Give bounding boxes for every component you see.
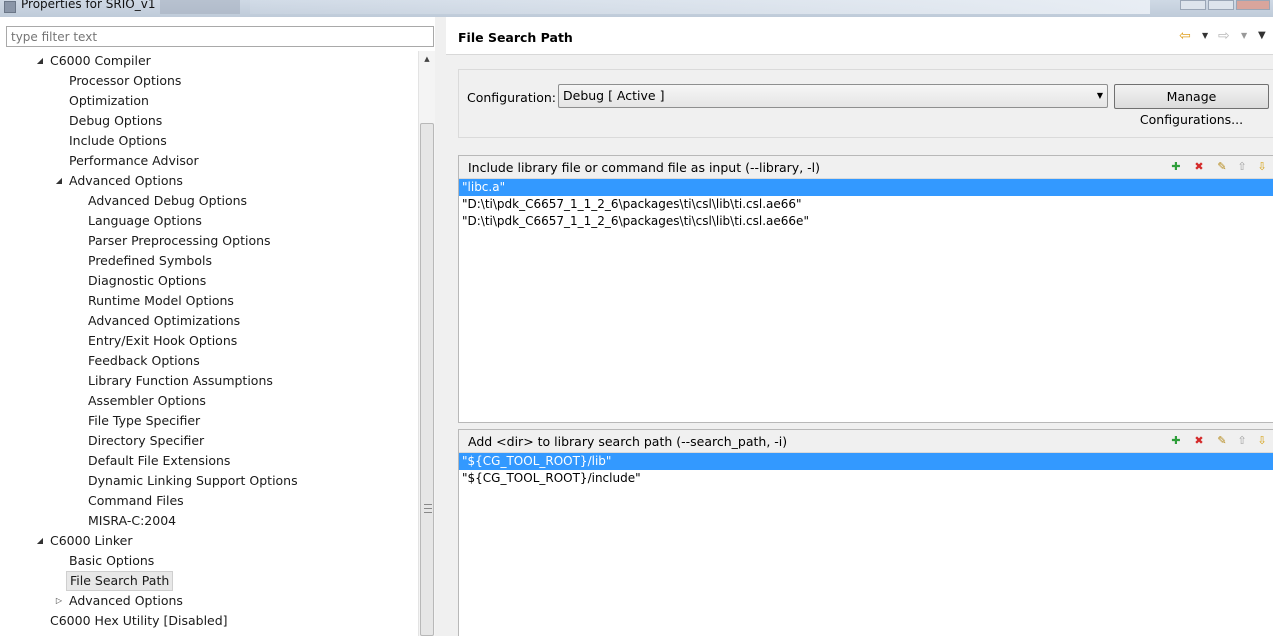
scroll-up-icon[interactable]: ▲ bbox=[419, 51, 435, 68]
configuration-label: Configuration: bbox=[467, 90, 556, 105]
tree-item[interactable]: Dynamic Linking Support Options bbox=[88, 471, 298, 491]
library-list-panel: Include library file or command file as … bbox=[458, 155, 1273, 423]
back-dropdown-icon[interactable]: ▼ bbox=[1202, 27, 1208, 45]
library-list[interactable]: "libc.a" "D:\ti\pdk_C6657_1_1_2_6\package… bbox=[459, 179, 1273, 230]
edit-icon[interactable]: ✎ bbox=[1214, 159, 1230, 175]
tree-item[interactable]: Advanced Options bbox=[69, 171, 183, 191]
add-icon[interactable]: ✚ bbox=[1168, 159, 1184, 175]
tree-collapsed-icon[interactable]: ▷ bbox=[54, 591, 64, 611]
tree-scrollbar[interactable]: ▲ bbox=[418, 51, 435, 636]
tree-item[interactable]: Include Options bbox=[69, 131, 167, 151]
grip-icon bbox=[424, 504, 432, 513]
move-up-icon[interactable]: ⇧ bbox=[1234, 159, 1250, 175]
tree-item[interactable]: Command Files bbox=[88, 491, 184, 511]
page-title: File Search Path bbox=[458, 30, 573, 45]
library-list-header: Include library file or command file as … bbox=[459, 156, 1273, 179]
add-icon[interactable]: ✚ bbox=[1168, 433, 1184, 449]
tree-expanded-icon[interactable]: ◢ bbox=[35, 51, 45, 71]
tree-item[interactable]: Language Options bbox=[88, 211, 202, 231]
navigation-panel: ◢C6000 CompilerProcessor OptionsOptimiza… bbox=[0, 17, 446, 636]
titlebar-blur bbox=[250, 0, 1150, 14]
close-button[interactable] bbox=[1236, 0, 1270, 10]
tree-expanded-icon[interactable]: ◢ bbox=[54, 171, 64, 191]
tree-item[interactable]: MISRA-C:2004 bbox=[88, 511, 176, 531]
list-item[interactable]: "${CG_TOOL_ROOT}/lib" bbox=[459, 453, 1273, 470]
tree-item[interactable]: C6000 Hex Utility [Disabled] bbox=[50, 611, 228, 631]
move-down-icon[interactable]: ⇩ bbox=[1254, 433, 1270, 449]
tree-item[interactable]: Directory Specifier bbox=[88, 431, 204, 451]
forward-arrow-icon[interactable]: ⇨ bbox=[1218, 27, 1230, 45]
chevron-down-icon: ▼ bbox=[1096, 91, 1103, 100]
scrollbar-thumb[interactable] bbox=[420, 123, 434, 636]
tree-item[interactable]: Optimization bbox=[69, 91, 149, 111]
tree-item[interactable]: Debug Options bbox=[69, 111, 162, 131]
list-item[interactable]: "D:\ti\pdk_C6657_1_1_2_6\packages\ti\csl… bbox=[459, 196, 1273, 213]
back-arrow-icon[interactable]: ⇦ bbox=[1179, 27, 1191, 45]
library-list-label: Include library file or command file as … bbox=[468, 160, 821, 175]
manage-configurations-button[interactable]: Manage Configurations... bbox=[1114, 84, 1269, 127]
window-titlebar: Properties for SRIO_v1 bbox=[0, 0, 1273, 17]
tree-item[interactable]: Assembler Options bbox=[88, 391, 206, 411]
tree-item[interactable]: Advanced Debug Options bbox=[88, 191, 247, 211]
page-header: File Search Path ⇦ ▼ ⇨ ▼ ▼ bbox=[446, 17, 1273, 55]
search-path-panel: Add <dir> to library search path (--sear… bbox=[458, 429, 1273, 636]
property-tree: ◢ C6000 Compiler Processor Options Optimiza… bbox=[0, 51, 418, 636]
tree-item[interactable]: Advanced Optimizations bbox=[88, 311, 240, 331]
forward-dropdown-icon[interactable]: ▼ bbox=[1241, 27, 1247, 45]
tree-item[interactable]: File Search Path bbox=[66, 571, 174, 591]
search-path-header: Add <dir> to library search path (--sear… bbox=[459, 430, 1273, 453]
tree-item[interactable]: Predefined Symbols bbox=[88, 251, 212, 271]
list-item[interactable]: "D:\ti\pdk_C6657_1_1_2_6\packages\ti\csl… bbox=[459, 213, 1273, 230]
minimize-button[interactable] bbox=[1180, 0, 1206, 10]
properties-page: File Search Path ⇦ ▼ ⇨ ▼ ▼ Configuration… bbox=[446, 17, 1273, 636]
app-icon bbox=[4, 1, 16, 13]
search-path-label: Add <dir> to library search path (--sear… bbox=[468, 434, 788, 449]
configuration-select[interactable]: Debug [ Active ] ▼ bbox=[558, 84, 1108, 108]
edit-icon[interactable]: ✎ bbox=[1214, 433, 1230, 449]
tree-item[interactable]: Runtime Model Options bbox=[88, 291, 234, 311]
tree-item[interactable]: Processor Options bbox=[69, 71, 181, 91]
window-title: Properties for SRIO_v1 bbox=[21, 0, 156, 11]
tree-item[interactable]: Parser Preprocessing Options bbox=[88, 231, 271, 251]
tree-item[interactable]: Performance Advisor bbox=[69, 151, 199, 171]
filter-input[interactable] bbox=[6, 26, 434, 47]
titlebar-blur bbox=[160, 0, 240, 14]
tree-item[interactable]: Entry/Exit Hook Options bbox=[88, 331, 237, 351]
tree-item[interactable]: Basic Options bbox=[69, 551, 154, 571]
list-item[interactable]: "libc.a" bbox=[459, 179, 1273, 196]
tree-item[interactable]: C6000 Linker bbox=[50, 531, 133, 551]
delete-icon[interactable]: ✖ bbox=[1191, 159, 1207, 175]
view-menu-icon[interactable]: ▼ bbox=[1258, 27, 1266, 45]
maximize-button[interactable] bbox=[1208, 0, 1234, 10]
tree-item[interactable]: File Type Specifier bbox=[88, 411, 200, 431]
panel-sash[interactable] bbox=[435, 17, 446, 636]
tree-item[interactable]: Default File Extensions bbox=[88, 451, 230, 471]
tree-item[interactable]: Advanced Options bbox=[69, 591, 183, 611]
move-up-icon[interactable]: ⇧ bbox=[1234, 433, 1250, 449]
tree-item[interactable]: Feedback Options bbox=[88, 351, 200, 371]
move-down-icon[interactable]: ⇩ bbox=[1254, 159, 1270, 175]
list-item[interactable]: "${CG_TOOL_ROOT}/include" bbox=[459, 470, 1273, 487]
configuration-value: Debug [ Active ] bbox=[563, 88, 665, 103]
tree-item[interactable]: Library Function Assumptions bbox=[88, 371, 273, 391]
search-path-list[interactable]: "${CG_TOOL_ROOT}/lib" "${CG_TOOL_ROOT}/in… bbox=[459, 453, 1273, 487]
delete-icon[interactable]: ✖ bbox=[1191, 433, 1207, 449]
tree-item[interactable]: Diagnostic Options bbox=[88, 271, 206, 291]
tree-expanded-icon[interactable]: ◢ bbox=[35, 531, 45, 551]
tree-item[interactable]: C6000 Compiler bbox=[50, 51, 151, 71]
configuration-section: Configuration: Debug [ Active ] ▼ Manage… bbox=[458, 69, 1273, 138]
